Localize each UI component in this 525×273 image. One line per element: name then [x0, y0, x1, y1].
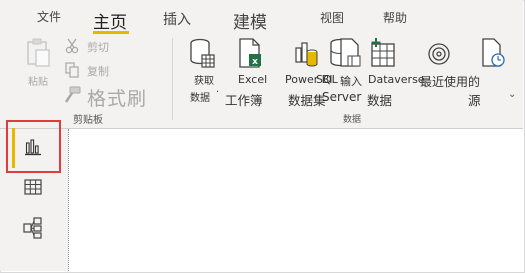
- report-canvas[interactable]: [70, 130, 522, 270]
- excel-label-1: Excel: [238, 73, 268, 86]
- clipboard-group-title: 剪贴板: [73, 115, 103, 126]
- format-painter-label: 格式刷: [87, 88, 148, 110]
- recent-sources-icon: [428, 43, 450, 65]
- paste-button[interactable]: 粘贴: [22, 38, 56, 88]
- recent-sources-label-2: 源: [468, 93, 481, 108]
- model-view-button[interactable]: [20, 213, 48, 243]
- cut-label: 剪切: [87, 41, 109, 54]
- format-painter-icon: [64, 86, 81, 103]
- ribbon-expand-chevron-icon[interactable]: ⌄: [508, 89, 516, 100]
- sql-label-1: SQL: [316, 73, 338, 86]
- tab-insert[interactable]: 插入: [163, 9, 191, 29]
- tab-view[interactable]: 视图: [320, 9, 344, 26]
- recent-sources-button[interactable]: 最近使用的 源: [420, 38, 486, 108]
- format-painter-button[interactable]: 格式刷: [63, 84, 163, 110]
- copy-label: 复制: [87, 65, 109, 78]
- cut-button[interactable]: 剪切: [65, 38, 125, 56]
- copy-icon: [65, 62, 79, 78]
- tab-modeling[interactable]: 建模: [233, 8, 267, 33]
- clock-document-icon: [482, 38, 505, 67]
- clock-source-button[interactable]: [480, 38, 510, 78]
- dataverse-button[interactable]: Dataverse: [366, 38, 425, 88]
- get-data-button[interactable]: 获取 数据 ·: [186, 38, 222, 104]
- ribbon-separator: [0, 128, 523, 129]
- get-data-dropdown-icon: ·: [216, 87, 220, 98]
- dataverse-icon: [371, 38, 395, 67]
- enter-data-label-2: 数据: [367, 93, 393, 108]
- enter-data-label-1: 输入: [340, 75, 362, 88]
- svg-text:x: x: [252, 57, 258, 67]
- tab-help[interactable]: 帮助: [383, 9, 407, 26]
- get-data-label-2: 数据: [190, 93, 210, 104]
- paste-icon: [27, 38, 50, 67]
- model-view-icon: [23, 217, 42, 239]
- database-icon: [190, 38, 215, 68]
- excel-workbook-button[interactable]: x Excel 工作簿: [225, 38, 281, 108]
- tab-home[interactable]: 主页: [93, 8, 127, 33]
- highlight-box: [6, 120, 61, 173]
- copy-button[interactable]: 复制: [65, 62, 125, 80]
- data-view-button[interactable]: [20, 174, 48, 202]
- enter-data-icon: [340, 38, 361, 67]
- get-data-label-1: 获取: [194, 76, 214, 87]
- excel-label-2: 工作簿: [225, 93, 263, 108]
- dataverse-label: Dataverse: [368, 73, 425, 86]
- scissors-icon: [65, 38, 79, 54]
- excel-icon: x: [239, 38, 261, 68]
- recent-sources-label-1: 最近使用的: [420, 75, 481, 89]
- group-divider: [172, 38, 173, 120]
- paste-label: 粘贴: [28, 77, 48, 88]
- data-view-icon: [24, 179, 42, 195]
- tab-home-underline: [93, 31, 129, 34]
- tab-file[interactable]: 文件: [37, 8, 61, 25]
- data-group-title: 数据: [343, 115, 362, 125]
